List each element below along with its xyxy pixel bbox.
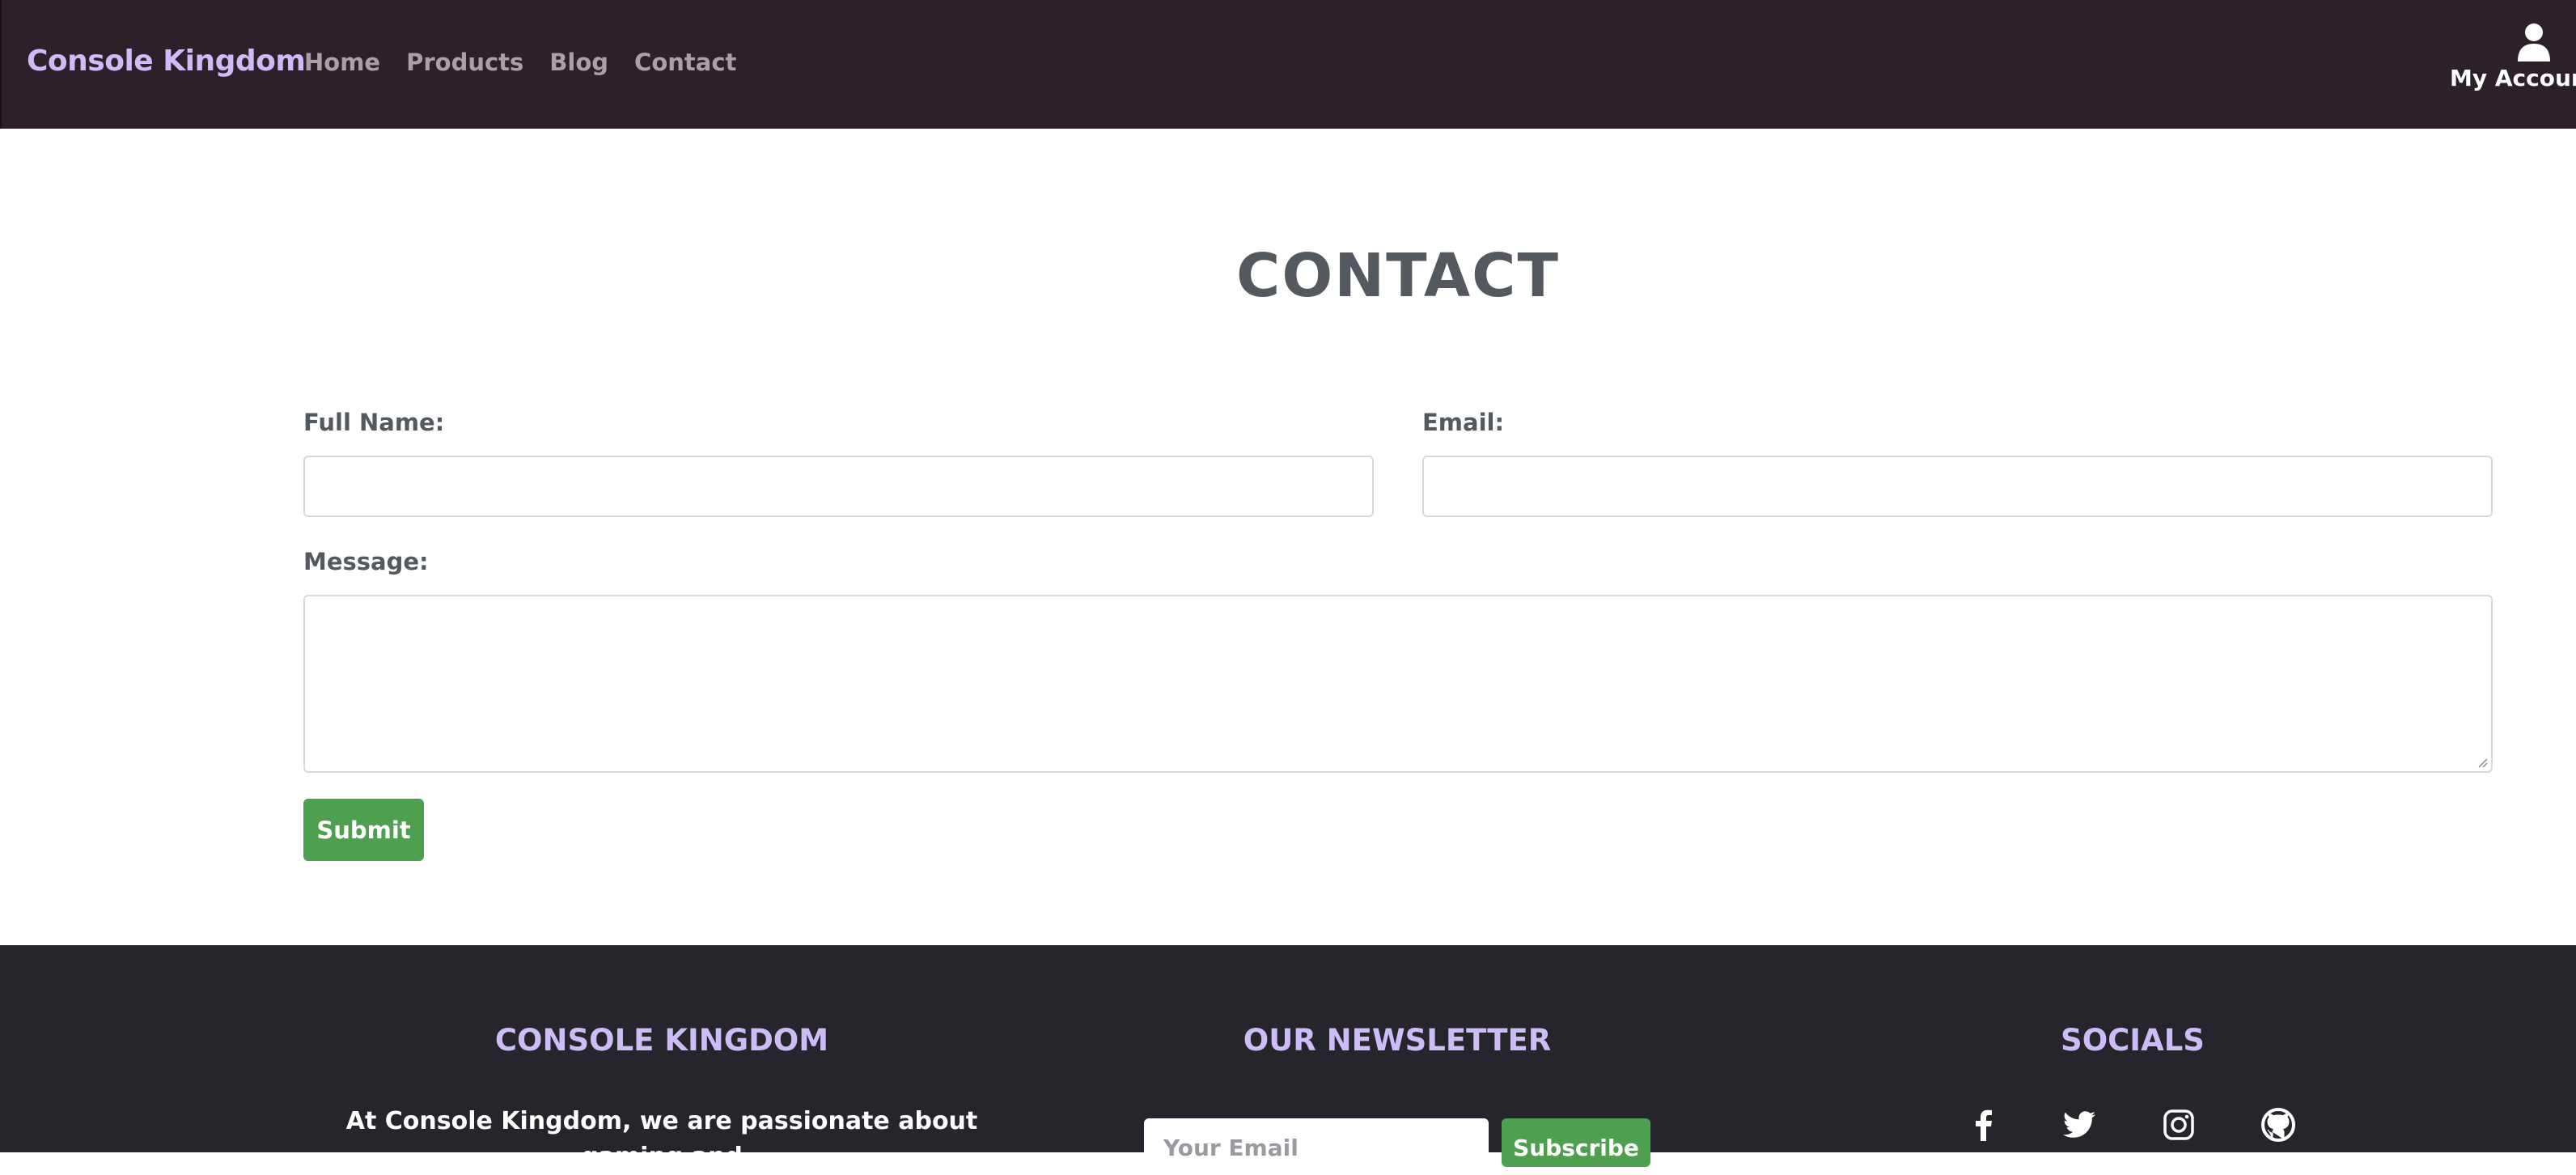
facebook-icon[interactable] [1964, 1105, 2003, 1144]
footer-about-text: At Console Kingdom, we are passionate ab… [345, 1107, 978, 1171]
footer-socials-heading: SOCIALS [2061, 1023, 2205, 1058]
brand-logo[interactable]: Console Kingdom [27, 45, 306, 78]
footer-about-heading: CONSOLE KINGDOM [494, 1023, 829, 1058]
message-textarea[interactable] [303, 595, 2493, 773]
footer-newsletter-heading: OUR NEWSLETTER [1243, 1023, 1552, 1058]
twitter-icon[interactable] [2060, 1105, 2099, 1144]
submit-button[interactable]: Submit [303, 799, 424, 861]
github-icon[interactable] [2259, 1105, 2298, 1144]
newsletter-email-input[interactable]: Your Email [1144, 1118, 1489, 1167]
email-input[interactable] [1422, 456, 2493, 517]
main-nav: Home Products Blog Contact [304, 49, 736, 76]
full-name-label: Full Name: [303, 409, 445, 436]
top-navbar: Console Kingdom Home Products Blog Conta… [0, 0, 2576, 129]
my-account-label: My Account [2450, 65, 2576, 91]
message-label: Message: [303, 548, 429, 575]
nav-link-blog[interactable]: Blog [549, 49, 608, 76]
nav-link-contact[interactable]: Contact [634, 49, 736, 76]
user-icon [2518, 23, 2550, 62]
subscribe-button[interactable]: Subscribe [1502, 1118, 1650, 1167]
instagram-icon[interactable] [2159, 1105, 2198, 1144]
page-title: CONTACT [1236, 241, 1560, 311]
email-label: Email: [1422, 409, 1505, 436]
my-account-link[interactable]: My Account [2450, 23, 2576, 91]
resize-grip-icon[interactable] [2476, 757, 2488, 768]
nav-link-products[interactable]: Products [406, 49, 523, 76]
full-name-input[interactable] [303, 456, 1374, 517]
nav-link-home[interactable]: Home [304, 49, 380, 76]
